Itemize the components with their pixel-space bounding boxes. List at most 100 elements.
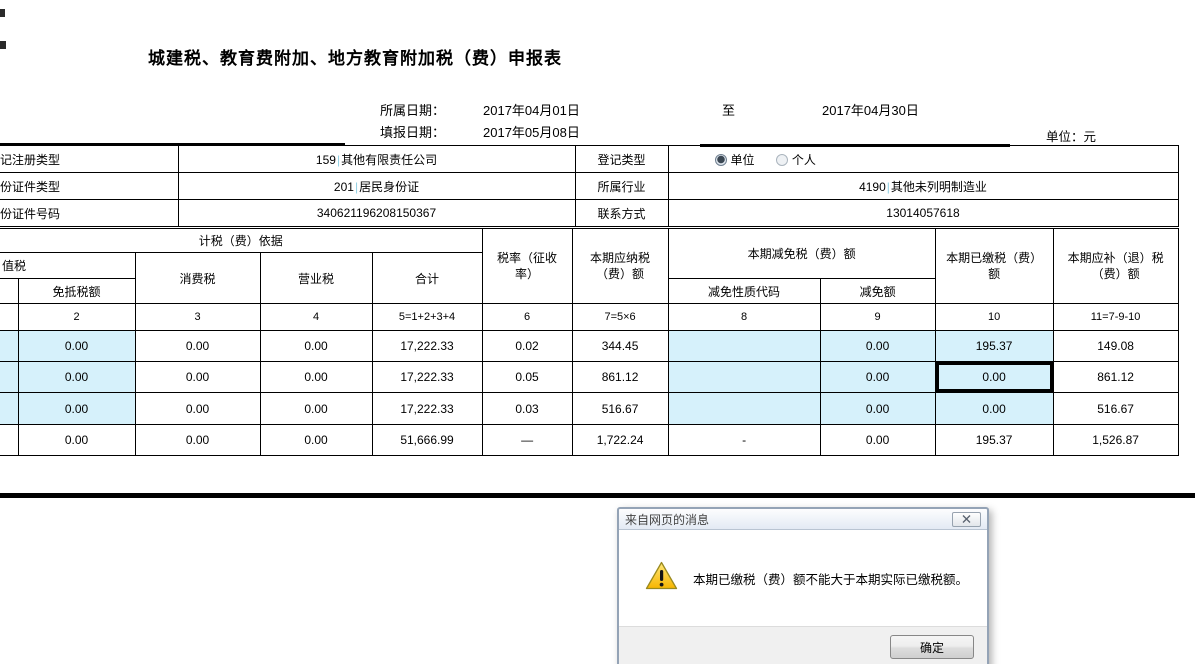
dialog-footer: 确定 [619,626,987,664]
data-cell: 0.00 [260,425,372,456]
table-row: 计税（费）依据 税率（征收率） 本期应纳税（费）额 本期减免税（费）额 本期已缴… [0,229,1178,253]
header-paid: 本期已缴税（费）额 [935,229,1053,304]
col-num: 8 [668,304,820,331]
col-num: 11=7-9-10 [1053,304,1178,331]
data-cell: 516.67 [572,393,668,425]
col-num: 3 [135,304,260,331]
contact-label: 联系方式 [575,200,668,227]
header-tax-basis: 计税（费）依据 [0,229,482,253]
header-cut-cell [0,279,18,304]
data-cell[interactable] [668,331,820,362]
data-cell: 0.00 [260,331,372,362]
filing-date-label: 填报日期： [380,122,445,141]
table-row: 份证件号码 340621196208150367 联系方式 1301405761… [0,200,1178,227]
data-cell [0,425,18,456]
left-edge-text-fragment [0,9,5,17]
close-icon[interactable] [952,512,981,527]
data-cell: - [668,425,820,456]
period-end-date: 2017年04月30日 [822,100,919,119]
data-cell: 0.00 [820,425,935,456]
data-cell[interactable] [668,362,820,393]
tax-declaration-page: 城建税、教育费附加、地方教育附加税（费）申报表 所属日期： 2017年04月01… [0,0,1195,664]
selected-data-cell[interactable]: 0.00 [935,362,1053,393]
data-cell: 0.03 [482,393,572,425]
data-cell: 1,526.87 [1053,425,1178,456]
header-reduction-amount: 减免额 [820,279,935,304]
data-cell[interactable]: 195.37 [935,331,1053,362]
radio-unit-label: 单位 [731,153,755,167]
to-label: 至 [722,100,735,119]
dialog-message: 本期已缴税（费）额不能大于本期实际已缴税额。 [693,569,968,588]
radio-individual-label: 个人 [792,153,816,167]
data-cell: 51,666.99 [372,425,482,456]
col-num: 9 [820,304,935,331]
header-payable: 本期应纳税（费）额 [572,229,668,304]
data-cell: 0.00 [18,425,135,456]
data-cell: 0.00 [135,331,260,362]
data-cell[interactable]: 0.00 [935,393,1053,425]
col-num: 6 [482,304,572,331]
data-cell[interactable] [668,393,820,425]
header-tax-rate: 税率（征收率） [482,229,572,304]
data-cell[interactable] [0,331,18,362]
id-type-label: 份证件类型 [0,173,178,200]
id-type-value[interactable]: 201|居民身份证 [178,173,575,200]
register-kind-label: 登记类型 [575,146,668,173]
webpage-message-dialog: 来自网页的消息 本期已缴税（费）额不能大于本期实际已缴税额。 [617,507,989,664]
header-reduction-code: 减免性质代码 [668,279,820,304]
data-cell[interactable] [0,362,18,393]
col-num [0,304,18,331]
data-cell: 861.12 [1053,362,1178,393]
data-cell[interactable]: 0.00 [18,393,135,425]
data-cell[interactable]: 0.00 [18,362,135,393]
col-num: 7=5×6 [572,304,668,331]
dialog-title: 来自网页的消息 [625,511,709,528]
data-cell: 195.37 [935,425,1053,456]
data-cell: 516.67 [1053,393,1178,425]
period-start-date: 2017年04月01日 [483,100,580,119]
table-row-education-surcharge: 0.00 0.00 0.00 17,222.33 0.05 861.12 0.0… [0,362,1178,393]
header-vat-exempt: 免抵税额 [18,279,135,304]
period-date-label: 所属日期： [380,100,445,119]
registration-table: 记注册类型 159|其他有限责任公司 登记类型 单位 个人 份证件类型 201|… [0,145,1179,227]
tax-table: 计税（费）依据 税率（征收率） 本期应纳税（费）额 本期减免税（费）额 本期已缴… [0,228,1179,456]
section-divider-line [0,493,1195,498]
id-number-value[interactable]: 340621196208150367 [178,200,575,227]
industry-label: 所属行业 [575,173,668,200]
dialog-body: 本期已缴税（费）额不能大于本期实际已缴税额。 [619,530,987,626]
data-cell: 0.00 [260,393,372,425]
data-cell: 0.00 [135,362,260,393]
warning-icon [645,561,678,596]
data-cell: 344.45 [572,331,668,362]
data-cell[interactable] [0,393,18,425]
data-cell: 17,222.33 [372,393,482,425]
col-num: 4 [260,304,372,331]
contact-value[interactable]: 13014057618 [668,200,1178,227]
table-row-urban-construction-tax: 0.00 0.00 0.00 17,222.33 0.02 344.45 0.0… [0,331,1178,362]
registration-type-value[interactable]: 159|其他有限责任公司 [178,146,575,173]
header-business-tax: 营业税 [260,253,372,304]
registration-type-label: 记注册类型 [0,146,178,173]
radio-unit-selected[interactable] [715,154,727,166]
left-edge-text-fragment [0,41,6,49]
data-cell[interactable]: 0.00 [18,331,135,362]
data-cell: 1,722.24 [572,425,668,456]
industry-value[interactable]: 4190|其他未列明制造业 [668,173,1178,200]
header-reduction: 本期减免税（费）额 [668,229,935,279]
filing-date: 2017年05月08日 [483,122,580,141]
data-cell[interactable]: 0.00 [820,331,935,362]
header-vat: 值税 [0,253,135,279]
data-cell: 0.00 [135,425,260,456]
register-kind-value: 单位 个人 [668,146,1178,173]
data-cell: 0.00 [135,393,260,425]
dialog-titlebar: 来自网页的消息 [619,509,987,530]
data-cell[interactable]: 0.00 [820,393,935,425]
data-cell: 17,222.33 [372,331,482,362]
ok-button[interactable]: 确定 [890,635,974,659]
table-row-total: 0.00 0.00 0.00 51,666.99 — 1,722.24 - 0.… [0,425,1178,456]
table-row-local-education-surcharge: 0.00 0.00 0.00 17,222.33 0.03 516.67 0.0… [0,393,1178,425]
radio-individual[interactable] [776,154,788,166]
column-number-row: 2 3 4 5=1+2+3+4 6 7=5×6 8 9 10 11=7-9-10 [0,304,1178,331]
col-num: 10 [935,304,1053,331]
data-cell[interactable]: 0.00 [820,362,935,393]
